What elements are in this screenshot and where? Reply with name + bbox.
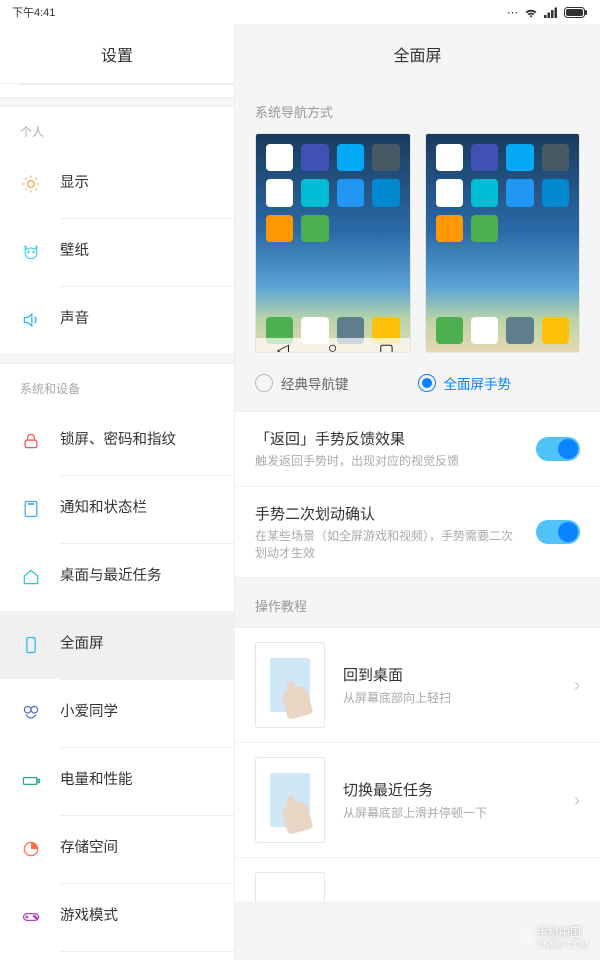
sidebar-item-game[interactable]: 游戏模式 xyxy=(0,883,234,951)
wifi-icon xyxy=(524,7,538,18)
sidebar-item-sound[interactable]: 声音 xyxy=(0,286,234,354)
setting-desc: 在某些场景（如全屏游戏和视频），手势需要二次划动才生效 xyxy=(255,528,522,562)
sidebar-item-label: 全面屏 xyxy=(60,635,104,655)
sidebar-item-label: 锁屏、密码和指纹 xyxy=(60,431,176,451)
detail-pane: 全面屏 系统导航方式 ◁○▢ xyxy=(235,24,600,960)
sidebar-item-wallpaper[interactable]: 壁纸 xyxy=(0,218,234,286)
chevron-right-icon: › xyxy=(574,790,580,811)
battery-icon xyxy=(564,7,588,18)
section-personal-label: 个人 xyxy=(0,107,234,150)
status-bar: 下午4:41 ⋯ xyxy=(0,0,600,24)
radio-label: 全面屏手势 xyxy=(444,373,512,393)
status-icons: ⋯ xyxy=(507,6,588,19)
setting-double-swipe[interactable]: 手势二次划动确认 在某些场景（如全屏游戏和视频），手势需要二次划动才生效 xyxy=(235,487,600,579)
status-time: 下午4:41 xyxy=(12,4,55,20)
tutorial-home[interactable]: 回到桌面 从屏幕底部向上轻扫 › xyxy=(235,627,600,743)
sidebar-item-label: 电量和性能 xyxy=(60,771,133,791)
sidebar-item-home[interactable]: 桌面与最近任务 xyxy=(0,543,234,611)
sun-icon xyxy=(20,173,42,195)
sidebar-item-label: 显示 xyxy=(60,174,89,194)
tutorial-desc: 从屏幕底部上滑并停顿一下 xyxy=(343,804,556,821)
storage-icon xyxy=(20,838,42,860)
radio-classic[interactable]: 经典导航键 xyxy=(255,373,418,393)
settings-sidebar: 设置 个人 显示 壁纸 声音 系统和设备 锁屏、密码和指纹 通知和状态栏 xyxy=(0,24,235,960)
nav-section-header: 系统导航方式 xyxy=(235,84,600,133)
radio-dot-icon xyxy=(255,374,273,392)
signal-icon xyxy=(544,7,558,18)
sidebar-item-battery[interactable]: 电量和性能 xyxy=(0,747,234,815)
sidebar-item-label: 声音 xyxy=(60,310,89,330)
sidebar-item-label: 桌面与最近任务 xyxy=(60,567,162,587)
sidebar-item-label: 存储空间 xyxy=(60,839,118,859)
section-system-label: 系统和设备 xyxy=(0,364,234,407)
preview-classic[interactable]: ◁○▢ xyxy=(255,133,411,353)
chevron-right-icon: › xyxy=(574,675,580,696)
tutorial-title: 切换最近任务 xyxy=(343,779,556,800)
sidebar-item-notification[interactable]: 通知和状态栏 xyxy=(0,475,234,543)
watermark-icon xyxy=(519,930,533,944)
sidebar-item-xiaoai[interactable]: 小爱同学 xyxy=(0,679,234,747)
setting-title: 手势二次划动确认 xyxy=(255,503,522,524)
sidebar-item-label: 小爱同学 xyxy=(60,703,118,723)
tutorial-thumb xyxy=(255,872,325,902)
home-icon xyxy=(20,566,42,588)
radio-gesture[interactable]: 全面屏手势 xyxy=(418,373,581,393)
sidebar-title: 设置 xyxy=(0,24,234,84)
sidebar-item-lock[interactable]: 锁屏、密码和指纹 xyxy=(0,407,234,475)
toggle-switch[interactable] xyxy=(536,437,580,461)
tutorial-thumb xyxy=(255,642,325,728)
tutorial-next[interactable] xyxy=(235,858,600,903)
cat-icon xyxy=(20,241,42,263)
sidebar-item-storage[interactable]: 存储空间 xyxy=(0,815,234,883)
radio-dot-icon xyxy=(418,374,436,392)
sidebar-item-label: 壁纸 xyxy=(60,242,89,262)
gamepad-icon xyxy=(20,906,42,928)
sidebar-item-label: 通知和状态栏 xyxy=(60,499,147,519)
speaker-icon xyxy=(20,309,42,331)
tutorial-section-header: 操作教程 xyxy=(235,578,600,627)
sidebar-item-display[interactable]: 显示 xyxy=(0,150,234,218)
phone-icon xyxy=(20,634,42,656)
radio-label: 经典导航键 xyxy=(281,373,349,393)
tutorial-title: 回到桌面 xyxy=(343,664,556,685)
nav-preview-row: ◁○▢ xyxy=(235,133,600,363)
detail-title: 全面屏 xyxy=(235,24,600,84)
notification-icon xyxy=(20,498,42,520)
sidebar-item-fullscreen[interactable]: 全面屏 xyxy=(0,611,234,679)
sidebar-item-label: 游戏模式 xyxy=(60,907,118,927)
nav-radio-row: 经典导航键 全面屏手势 xyxy=(235,363,600,411)
battery-perf-icon xyxy=(20,770,42,792)
tutorial-thumb xyxy=(255,757,325,843)
dots-icon: ⋯ xyxy=(507,6,518,19)
tutorial-recent[interactable]: 切换最近任务 从屏幕底部上滑并停顿一下 › xyxy=(235,743,600,858)
watermark-main: 手机中国 xyxy=(537,924,588,940)
xiaoai-icon xyxy=(20,702,42,724)
setting-back-feedback[interactable]: 「返回」手势反馈效果 触发返回手势时，出现对应的视觉反馈 xyxy=(235,411,600,487)
watermark: 手机中国 CNMO.COM xyxy=(519,924,588,950)
setting-title: 「返回」手势反馈效果 xyxy=(255,428,522,449)
watermark-sub: CNMO.COM xyxy=(537,940,588,950)
setting-desc: 触发返回手势时，出现对应的视觉反馈 xyxy=(255,453,522,470)
sidebar-item-lab[interactable]: MIUI实验室 xyxy=(0,951,234,960)
toggle-switch[interactable] xyxy=(536,520,580,544)
lock-icon xyxy=(20,430,42,452)
preview-gesture[interactable] xyxy=(425,133,581,353)
tutorial-desc: 从屏幕底部向上轻扫 xyxy=(343,689,556,706)
